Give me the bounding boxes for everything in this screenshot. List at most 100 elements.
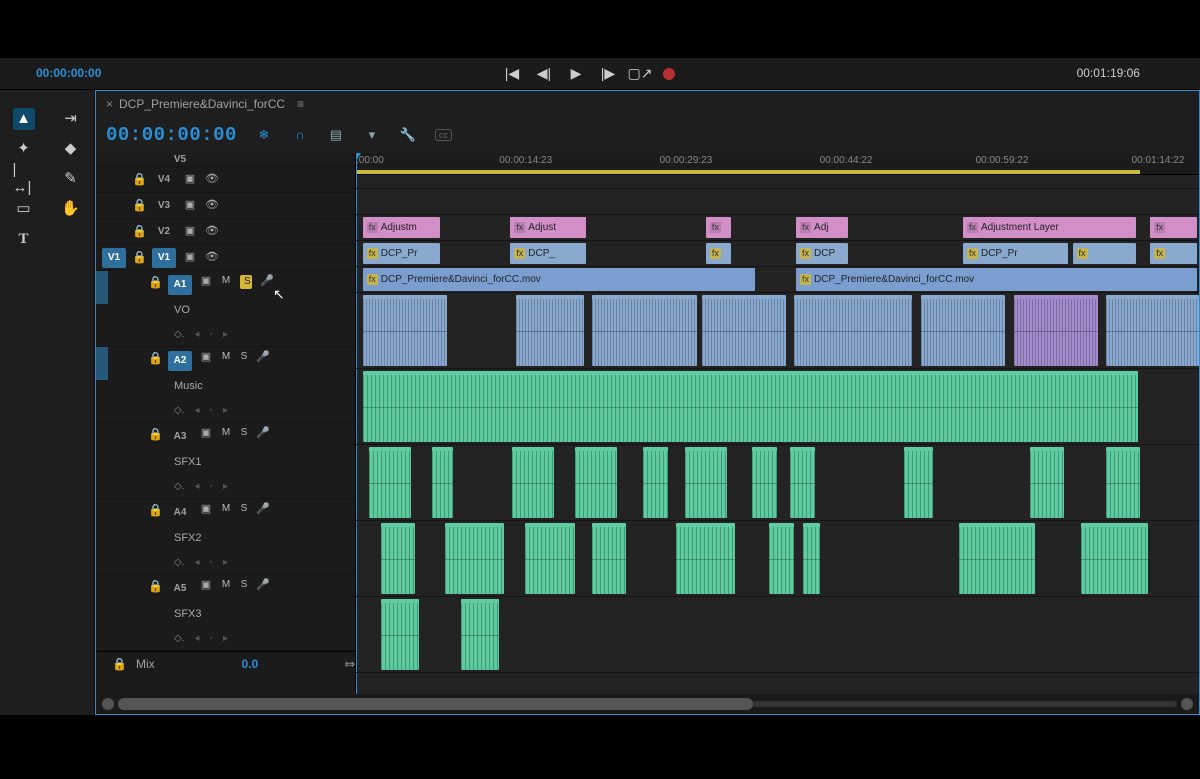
- keyframe-icon[interactable]: ◇.: [174, 329, 184, 341]
- goto-in-icon[interactable]: |◀: [503, 65, 521, 83]
- nest-icon[interactable]: ❄: [255, 126, 273, 144]
- captions-icon[interactable]: cc: [435, 129, 452, 142]
- audio-clip[interactable]: [790, 447, 815, 518]
- reel-icon[interactable]: ▣: [198, 351, 214, 364]
- lock-icon[interactable]: 🔒: [132, 250, 146, 264]
- solo-button[interactable]: S: [240, 275, 252, 289]
- mute-button[interactable]: M: [220, 579, 232, 591]
- voiceover-icon[interactable]: 🎤: [256, 351, 270, 364]
- zoom-handle-left[interactable]: [102, 698, 114, 710]
- audio-clip[interactable]: [1081, 523, 1148, 594]
- audio-clip[interactable]: [921, 295, 1005, 366]
- reel-icon[interactable]: ▣: [198, 275, 214, 288]
- sequence-tab[interactable]: × DCP_Premiere&Davinci_forCC ≡: [96, 91, 1199, 117]
- rectangle-tool-icon[interactable]: ▭: [13, 198, 35, 220]
- voiceover-icon[interactable]: 🎤: [260, 275, 274, 288]
- audio-clip[interactable]: [1106, 295, 1199, 366]
- track-header-a1[interactable]: 🔒 A1 ▣ M S 🎤 VO ◇.◂◦▸: [96, 271, 355, 347]
- source-patch-v1[interactable]: V1: [102, 248, 126, 268]
- track-header-a4[interactable]: 🔒 A4 ▣ M S 🎤 SFX2 ◇.◂◦▸: [96, 499, 355, 575]
- track-target-a1[interactable]: A1: [168, 275, 192, 295]
- reel-icon[interactable]: ▣: [198, 503, 214, 516]
- lock-icon[interactable]: 🔒: [112, 657, 126, 671]
- audio-clip[interactable]: [381, 599, 419, 670]
- voiceover-icon[interactable]: 🎤: [256, 503, 270, 516]
- zoom-handle-right[interactable]: [1181, 698, 1193, 710]
- audio-clip[interactable]: [363, 371, 1139, 442]
- clip[interactable]: fxDCP_Premiere&Davinci_forCC.mov: [796, 268, 1197, 291]
- timeline-scrollbar[interactable]: [96, 694, 1199, 714]
- audio-clip[interactable]: [702, 295, 786, 366]
- type-tool-icon[interactable]: T: [13, 228, 35, 250]
- clip[interactable]: fxDCP_: [510, 243, 586, 264]
- keyframe-icon[interactable]: ◇.: [174, 557, 184, 569]
- eye-icon[interactable]: 👁: [204, 199, 220, 212]
- track-header-v2[interactable]: 🔒 V2 ▣ 👁: [96, 219, 355, 245]
- sequence-timecode[interactable]: 00:00:00:00: [106, 126, 237, 145]
- step-fwd-icon[interactable]: |▶: [599, 65, 617, 83]
- solo-button[interactable]: S: [238, 427, 250, 439]
- solo-button[interactable]: S: [238, 351, 250, 363]
- audio-clip[interactable]: [803, 523, 820, 594]
- track-header-v1[interactable]: V1 🔒 V1 ▣ 👁: [96, 245, 355, 271]
- track-header-a2[interactable]: 🔒 A2 ▣ M S 🎤 Music ◇.◂◦▸: [96, 347, 355, 423]
- lock-icon[interactable]: 🔒: [148, 503, 162, 517]
- eye-icon[interactable]: 👁: [204, 173, 220, 186]
- audio-clip[interactable]: [1030, 447, 1064, 518]
- audio-clip[interactable]: [525, 523, 576, 594]
- razor-tool-icon[interactable]: |↔|: [13, 168, 35, 190]
- lock-icon[interactable]: 🔒: [148, 427, 162, 441]
- linked-selection-icon[interactable]: ▤: [327, 126, 345, 144]
- track-header-a3[interactable]: 🔒 A3 ▣ M S 🎤 SFX1 ◇.◂◦▸: [96, 423, 355, 499]
- scroll-thumb[interactable]: [118, 698, 753, 710]
- audio-clip[interactable]: [752, 447, 777, 518]
- audio-clip[interactable]: [512, 447, 554, 518]
- audio-clip[interactable]: [769, 523, 794, 594]
- audio-clip[interactable]: [904, 447, 934, 518]
- audio-clip[interactable]: [794, 295, 912, 366]
- keyframe-icon[interactable]: ◇.: [174, 633, 184, 645]
- reel-icon[interactable]: ▣: [198, 427, 214, 440]
- timeline-canvas[interactable]: :00:0000:00:14:2300:00:29:2300:00:44:220…: [356, 153, 1199, 694]
- reel-icon[interactable]: ▣: [182, 173, 198, 186]
- clip[interactable]: fxDCP_Premiere&Davinci_forCC.mov: [363, 268, 755, 291]
- lock-icon[interactable]: 🔒: [148, 351, 162, 365]
- track-target-v1[interactable]: V1: [152, 248, 176, 268]
- export-frame-icon[interactable]: ▢↗: [631, 65, 649, 83]
- audio-clip[interactable]: [445, 523, 504, 594]
- audio-clip[interactable]: [676, 523, 735, 594]
- clip[interactable]: fx: [1150, 217, 1197, 238]
- audio-clip[interactable]: [685, 447, 727, 518]
- lock-icon[interactable]: 🔒: [132, 198, 146, 212]
- track-header-a5[interactable]: 🔒 A5 ▣ M S 🎤 SFX3 ◇.◂◦▸: [96, 575, 355, 651]
- clip[interactable]: fxAdjustm: [363, 217, 441, 238]
- clip[interactable]: fxAdj: [796, 217, 848, 238]
- mix-value[interactable]: 0.0: [241, 657, 258, 671]
- output-icon[interactable]: ⤇: [345, 657, 355, 671]
- mix-track[interactable]: 🔒 Mix 0.0 ⤇: [96, 651, 355, 677]
- clip[interactable]: fxAdjustment Layer: [963, 217, 1136, 238]
- eye-icon[interactable]: 👁: [204, 225, 220, 238]
- audio-clip[interactable]: [363, 295, 447, 366]
- audio-clip[interactable]: [1106, 447, 1140, 518]
- rate-stretch-tool-icon[interactable]: ◆: [60, 138, 82, 160]
- eye-icon[interactable]: 👁: [204, 251, 220, 264]
- audio-clip[interactable]: [516, 295, 583, 366]
- mute-button[interactable]: M: [220, 351, 232, 363]
- clip[interactable]: fxAdjust: [510, 217, 586, 238]
- audio-clip[interactable]: [592, 523, 626, 594]
- voiceover-icon[interactable]: 🎤: [256, 427, 270, 440]
- audio-clip[interactable]: [575, 447, 617, 518]
- audio-clip[interactable]: [1014, 295, 1098, 366]
- time-ruler[interactable]: :00:0000:00:14:2300:00:29:2300:00:44:220…: [356, 153, 1199, 175]
- track-header-v4[interactable]: 🔒 V4 ▣ 👁: [96, 167, 355, 193]
- track-header-v5[interactable]: V5: [96, 153, 355, 167]
- reel-icon[interactable]: ▣: [182, 199, 198, 212]
- solo-button[interactable]: S: [238, 503, 250, 515]
- audio-clip[interactable]: [959, 523, 1035, 594]
- voiceover-icon[interactable]: 🎤: [256, 579, 270, 592]
- reel-icon[interactable]: ▣: [198, 579, 214, 592]
- lock-icon[interactable]: 🔒: [148, 579, 162, 593]
- track-header-v3[interactable]: 🔒 V3 ▣ 👁: [96, 193, 355, 219]
- clip[interactable]: fxDCP: [796, 243, 848, 264]
